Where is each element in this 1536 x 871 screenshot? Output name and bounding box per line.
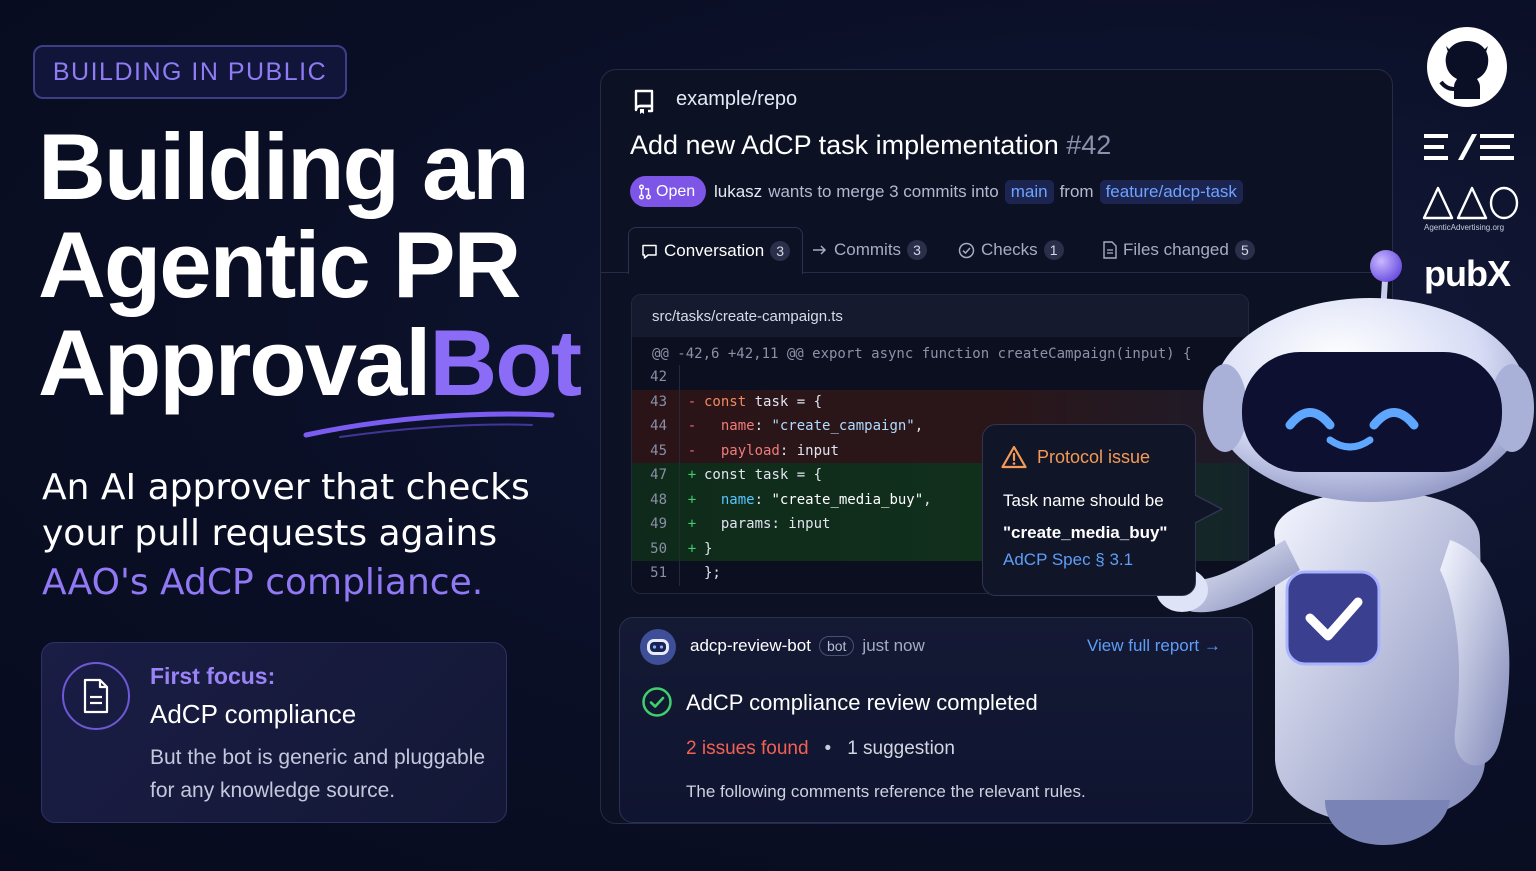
aao-logo-caption: AgenticAdvertising.org — [1424, 223, 1505, 232]
tab-commits[interactable]: Commits 3 — [812, 227, 928, 273]
check-circle-icon — [958, 242, 975, 258]
callout-pointer — [1192, 494, 1223, 524]
pr-title: Add new AdCP task implementation #42 — [630, 130, 1111, 161]
pull-request-icon — [639, 184, 651, 199]
document-icon — [62, 662, 130, 730]
adcp-spec-link[interactable]: AdCP Spec § 3.1 — [1003, 550, 1133, 570]
subtitle-line-2: your pull requests agains — [42, 513, 498, 554]
headline: Building an Agentic PR ApprovalBot — [38, 118, 618, 412]
head-branch[interactable]: feature/adcp-task — [1099, 180, 1243, 204]
subtitle-accent: AAO's AdCP compliance. — [42, 562, 484, 603]
tab-checks-label: Checks — [981, 240, 1038, 259]
callout-text: Task name should be — [1003, 491, 1164, 510]
pr-number: #42 — [1066, 130, 1112, 160]
callout-header: Protocol issue — [1001, 445, 1150, 469]
review-time: just now — [862, 636, 925, 655]
headline-line-2: Agentic PR — [38, 212, 521, 317]
commit-arrow-icon — [813, 245, 827, 255]
tab-conversation[interactable]: Conversation 3 — [628, 227, 804, 274]
headline-line-3: ApprovalBot — [38, 314, 618, 412]
callout-title: Protocol issue — [1037, 446, 1151, 467]
subtitle: An AI approver that checks your pull req… — [42, 465, 582, 606]
from-text: from — [1059, 182, 1094, 201]
callout-body: Task name should be "create_media_buy" — [1003, 485, 1183, 549]
pr-author[interactable]: lukasz — [714, 182, 762, 202]
github-logo-icon — [1427, 27, 1507, 107]
pr-status-text: Open — [656, 182, 696, 200]
suggestions-count[interactable]: 1 suggestion — [847, 738, 955, 760]
underline-swoosh — [303, 411, 555, 438]
comment-icon — [642, 244, 657, 259]
tab-conversation-label: Conversation — [664, 241, 765, 260]
merge-text: wants to merge 3 commits into — [768, 182, 999, 201]
focus-description: But the bot is generic and pluggable for… — [150, 746, 486, 802]
focus-title: AdCP compliance — [150, 699, 357, 729]
headline-approval: Approval — [38, 310, 431, 415]
pubx-logo: pubX — [1424, 253, 1511, 294]
building-in-public-badge: BUILDING IN PUBLIC — [33, 45, 347, 99]
bot-header: adcp-review-bot bot just now — [690, 636, 925, 656]
robot-mascot — [1156, 250, 1534, 845]
success-check-icon — [642, 687, 672, 717]
tab-conversation-count: 3 — [770, 241, 791, 261]
first-focus-card: First focus: AdCP compliance But the bot… — [41, 642, 507, 823]
tab-checks-count: 1 — [1043, 240, 1064, 260]
pr-title-text: Add new AdCP task implementation — [630, 130, 1059, 160]
issues-count[interactable]: 2 issues found — [686, 738, 809, 760]
stats-separator: • — [824, 738, 832, 759]
protocol-issue-callout: Protocol issue Task name should be "crea… — [982, 424, 1196, 596]
pr-status-badge: Open — [630, 176, 707, 207]
file-icon — [1103, 241, 1117, 259]
focus-kicker: First focus: — [150, 663, 276, 689]
bot-name[interactable]: adcp-review-bot — [690, 636, 811, 656]
headline-bot: Bot — [429, 310, 582, 415]
base-branch[interactable]: main — [1004, 180, 1054, 204]
bot-badge: bot — [818, 636, 855, 656]
review-note: The following comments reference the rel… — [686, 782, 1086, 801]
repo-icon — [634, 89, 654, 114]
review-title: AdCP compliance review completed — [686, 690, 1038, 715]
brand-logo-icon — [1424, 134, 1514, 160]
warning-icon — [1001, 445, 1027, 469]
bot-avatar — [640, 629, 676, 665]
tab-commits-count: 3 — [907, 240, 928, 260]
tab-commits-label: Commits — [834, 240, 902, 259]
callout-quote: "create_media_buy" — [1003, 523, 1168, 542]
headline-line-1: Building an — [38, 114, 530, 219]
aao-logo-icon — [1422, 186, 1519, 220]
subtitle-line-1: An AI approver that checks — [42, 467, 530, 508]
tab-checks[interactable]: Checks 1 — [958, 227, 1064, 273]
diff-hunk-header: @@ -42,6 +42,11 @@ export async function… — [652, 346, 1192, 362]
review-stats: 2 issues found • 1 suggestion — [686, 738, 955, 760]
robot-face-icon — [647, 639, 669, 655]
repo-name[interactable]: example/repo — [676, 88, 797, 111]
merge-line: lukasz wants to merge 3 commits into mai… — [714, 180, 1243, 204]
